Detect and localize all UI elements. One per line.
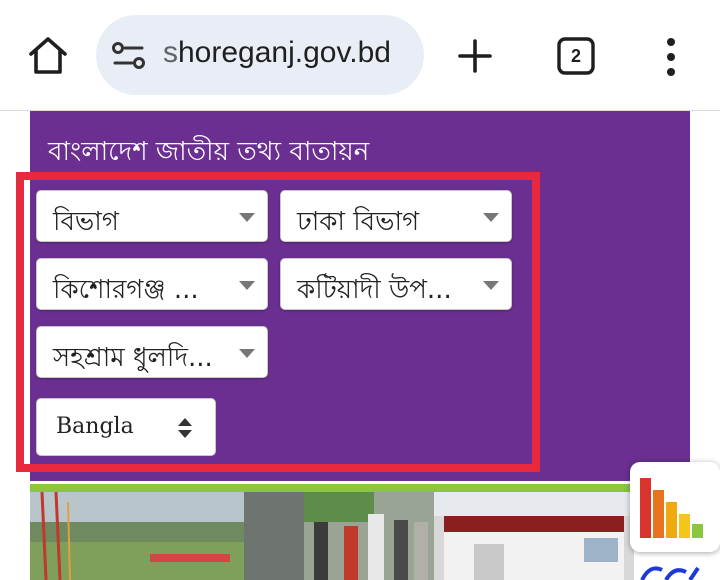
tab-switcher-button[interactable]: 2 bbox=[556, 36, 596, 76]
new-tab-button[interactable] bbox=[455, 36, 495, 76]
highlight-box bbox=[16, 172, 540, 472]
more-vert-icon bbox=[667, 38, 675, 76]
plus-icon bbox=[458, 39, 492, 73]
photo-banner bbox=[30, 492, 690, 580]
green-divider bbox=[30, 484, 690, 492]
site-info-icon bbox=[112, 42, 145, 69]
partial-blue-text bbox=[640, 566, 700, 580]
home-icon bbox=[29, 37, 67, 74]
tab-count: 2 bbox=[570, 46, 581, 66]
url-faded-letter: s bbox=[163, 36, 178, 69]
analytics-badge[interactable] bbox=[630, 462, 720, 552]
url-host: horeganj.gov.bd bbox=[178, 36, 391, 69]
bar-chart-icon bbox=[640, 478, 703, 538]
portal-title[interactable]: বাংলাদেশ জাতীয় তথ্য বাতায়ন bbox=[48, 131, 369, 175]
home-button[interactable] bbox=[26, 34, 70, 78]
browser-toolbar: shoreganj.gov.bd 2 bbox=[0, 0, 720, 111]
more-menu-button[interactable] bbox=[656, 36, 686, 78]
sports-field-photo bbox=[30, 492, 244, 580]
people-gathering-photo bbox=[244, 492, 434, 580]
school-building-photo bbox=[434, 492, 634, 580]
site-info-button[interactable] bbox=[112, 40, 146, 72]
url-text[interactable]: shoreganj.gov.bd bbox=[163, 36, 391, 70]
